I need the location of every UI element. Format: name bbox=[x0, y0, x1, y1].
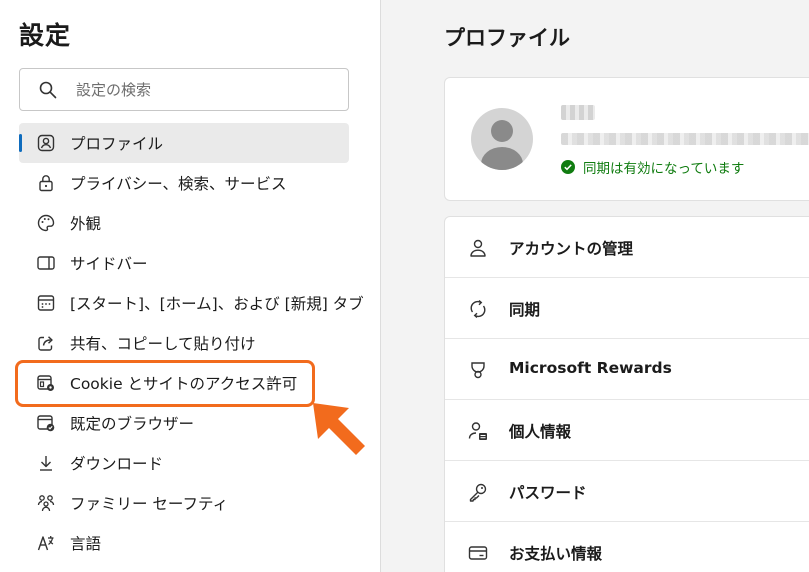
profile-icon bbox=[37, 134, 55, 152]
pointer-arrow-icon bbox=[313, 403, 365, 455]
account-icon bbox=[470, 239, 486, 257]
palette-icon bbox=[37, 214, 55, 232]
sidebar-item-appearance[interactable]: 外観 bbox=[19, 203, 349, 243]
default-browser-icon bbox=[37, 415, 55, 432]
profile-menu: アカウントの管理 同期 Microsoft Rewards 個人情報 パスワード… bbox=[444, 216, 809, 572]
menu-item-label: 同期 bbox=[509, 301, 541, 319]
settings-sidebar: 設定 プロファイル プライバシー、検索、サービス bbox=[0, 0, 381, 572]
search-input[interactable] bbox=[76, 77, 336, 103]
sidebar-item-label: ダウンロード bbox=[70, 455, 164, 473]
sidebar-item-sidebar[interactable]: サイドバー bbox=[19, 243, 349, 283]
search-icon bbox=[39, 81, 57, 99]
key-icon bbox=[469, 483, 487, 502]
personal-info-icon bbox=[468, 422, 487, 440]
menu-item-personal-info[interactable]: 個人情報 bbox=[445, 400, 809, 461]
sync-status-text: 同期は有効になっています bbox=[583, 161, 745, 177]
rewards-icon bbox=[471, 362, 485, 379]
page-title: プロファイル bbox=[444, 26, 570, 50]
sidebar-item-share-copy-paste[interactable]: 共有、コピーして貼り付け bbox=[19, 323, 349, 363]
menu-item-label: アカウントの管理 bbox=[509, 240, 634, 258]
home-tabs-icon bbox=[37, 295, 55, 311]
main-content: プロファイル 同期は有効になっています アカウントの管理 同期 Microsof… bbox=[382, 0, 809, 572]
language-icon bbox=[37, 536, 54, 551]
sync-status: 同期は有効になっています bbox=[561, 157, 744, 177]
download-icon bbox=[40, 456, 52, 471]
sidebar-item-label: [スタート]、[ホーム]、および [新規] タブ bbox=[70, 295, 364, 313]
sidebar-item-profile[interactable]: プロファイル bbox=[19, 123, 349, 163]
sidebar-item-label: 言語 bbox=[70, 535, 102, 553]
sidebar-item-family-safety[interactable]: ファミリー セーフティ bbox=[19, 483, 349, 523]
sidebar-item-label: プロファイル bbox=[70, 135, 164, 153]
blurred-profile-email bbox=[561, 133, 809, 145]
person-icon bbox=[481, 120, 523, 170]
sidebar-item-downloads[interactable]: ダウンロード bbox=[19, 443, 349, 483]
sidebar-item-languages[interactable]: 言語 bbox=[19, 523, 349, 563]
menu-item-payment-info[interactable]: お支払い情報 bbox=[445, 522, 809, 572]
sidebar-item-label: 共有、コピーして貼り付け bbox=[70, 335, 256, 353]
sidebar-item-label: 既定のブラウザー bbox=[70, 415, 195, 433]
settings-title: 設定 bbox=[19, 21, 72, 50]
menu-item-label: 個人情報 bbox=[509, 423, 572, 441]
menu-item-sync[interactable]: 同期 bbox=[445, 278, 809, 339]
sidebar-icon bbox=[37, 256, 55, 270]
sidebar-item-privacy[interactable]: プライバシー、検索、サービス bbox=[19, 163, 349, 203]
sidebar-item-label: プライバシー、検索、サービス bbox=[70, 175, 287, 193]
menu-item-microsoft-rewards[interactable]: Microsoft Rewards bbox=[445, 339, 809, 400]
menu-item-passwords[interactable]: パスワード bbox=[445, 461, 809, 522]
card-icon bbox=[468, 546, 488, 560]
lock-icon bbox=[39, 175, 53, 192]
menu-item-label: お支払い情報 bbox=[509, 545, 603, 563]
menu-item-label: パスワード bbox=[509, 484, 587, 502]
sidebar-item-default-browser[interactable]: 既定のブラウザー bbox=[19, 403, 349, 443]
sidebar-item-label: 外観 bbox=[70, 215, 102, 233]
sync-icon bbox=[470, 299, 486, 319]
profile-card: 同期は有効になっています bbox=[444, 77, 809, 201]
family-icon bbox=[37, 495, 55, 512]
avatar[interactable] bbox=[471, 108, 533, 170]
sidebar-item-label: ファミリー セーフティ bbox=[70, 495, 229, 513]
menu-item-label: Microsoft Rewards bbox=[509, 359, 672, 377]
sidebar-item-label: サイドバー bbox=[70, 255, 148, 273]
settings-search-box[interactable] bbox=[19, 68, 349, 111]
menu-item-manage-account[interactable]: アカウントの管理 bbox=[445, 217, 809, 278]
highlight-box bbox=[15, 360, 315, 407]
sidebar-item-start-home-tabs[interactable]: [スタート]、[ホーム]、および [新規] タブ bbox=[19, 283, 364, 323]
check-circle-icon bbox=[561, 160, 575, 174]
settings-nav: プロファイル プライバシー、検索、サービス 外観 サイドバー [スタート]、[ホ… bbox=[19, 123, 364, 563]
blurred-profile-name bbox=[561, 105, 595, 120]
share-icon bbox=[38, 336, 53, 351]
